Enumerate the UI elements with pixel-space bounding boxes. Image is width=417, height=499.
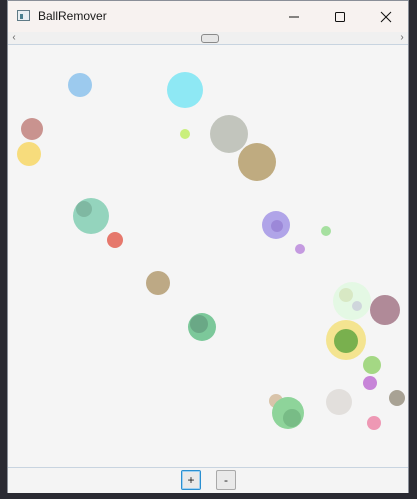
title-bar[interactable]: BallRemover xyxy=(8,1,408,32)
ball[interactable] xyxy=(363,376,377,390)
ball[interactable] xyxy=(352,301,362,311)
ball[interactable] xyxy=(333,282,371,320)
minimize-icon xyxy=(289,16,299,17)
ball[interactable] xyxy=(167,72,203,108)
app-icon xyxy=(17,10,30,21)
close-button[interactable] xyxy=(363,1,409,32)
ball[interactable] xyxy=(339,288,353,302)
remove-ball-button[interactable]: - xyxy=(216,470,236,490)
close-icon xyxy=(380,11,392,22)
bottom-toolbar: + - xyxy=(8,467,408,493)
ball[interactable] xyxy=(180,129,190,139)
ball[interactable] xyxy=(146,271,170,295)
ball[interactable] xyxy=(389,390,405,406)
ball[interactable] xyxy=(107,232,123,248)
scroll-right-arrow-icon[interactable]: › xyxy=(396,32,408,44)
maximize-button[interactable] xyxy=(317,1,363,32)
ball[interactable] xyxy=(17,142,41,166)
ball-canvas[interactable] xyxy=(8,45,408,467)
app-window: BallRemover ‹ › + - xyxy=(7,0,409,493)
ball[interactable] xyxy=(370,295,400,325)
ball[interactable] xyxy=(238,143,276,181)
scroll-left-arrow-icon[interactable]: ‹ xyxy=(8,32,20,44)
ball[interactable] xyxy=(363,356,381,374)
ball[interactable] xyxy=(68,73,92,97)
scroll-thumb[interactable] xyxy=(201,34,219,43)
ball[interactable] xyxy=(283,409,301,427)
ball[interactable] xyxy=(21,118,43,140)
ball[interactable] xyxy=(271,220,283,232)
ball[interactable] xyxy=(334,329,358,353)
maximize-icon xyxy=(335,11,345,22)
ball[interactable] xyxy=(190,315,208,333)
ball[interactable] xyxy=(367,416,381,430)
ball[interactable] xyxy=(295,244,305,254)
minimize-button[interactable] xyxy=(271,1,317,32)
add-ball-button[interactable]: + xyxy=(181,470,201,490)
ball[interactable] xyxy=(210,115,248,153)
horizontal-scrollbar[interactable]: ‹ › xyxy=(8,32,408,45)
ball[interactable] xyxy=(326,389,352,415)
window-title: BallRemover xyxy=(38,9,107,23)
ball[interactable] xyxy=(76,201,92,217)
ball[interactable] xyxy=(321,226,331,236)
